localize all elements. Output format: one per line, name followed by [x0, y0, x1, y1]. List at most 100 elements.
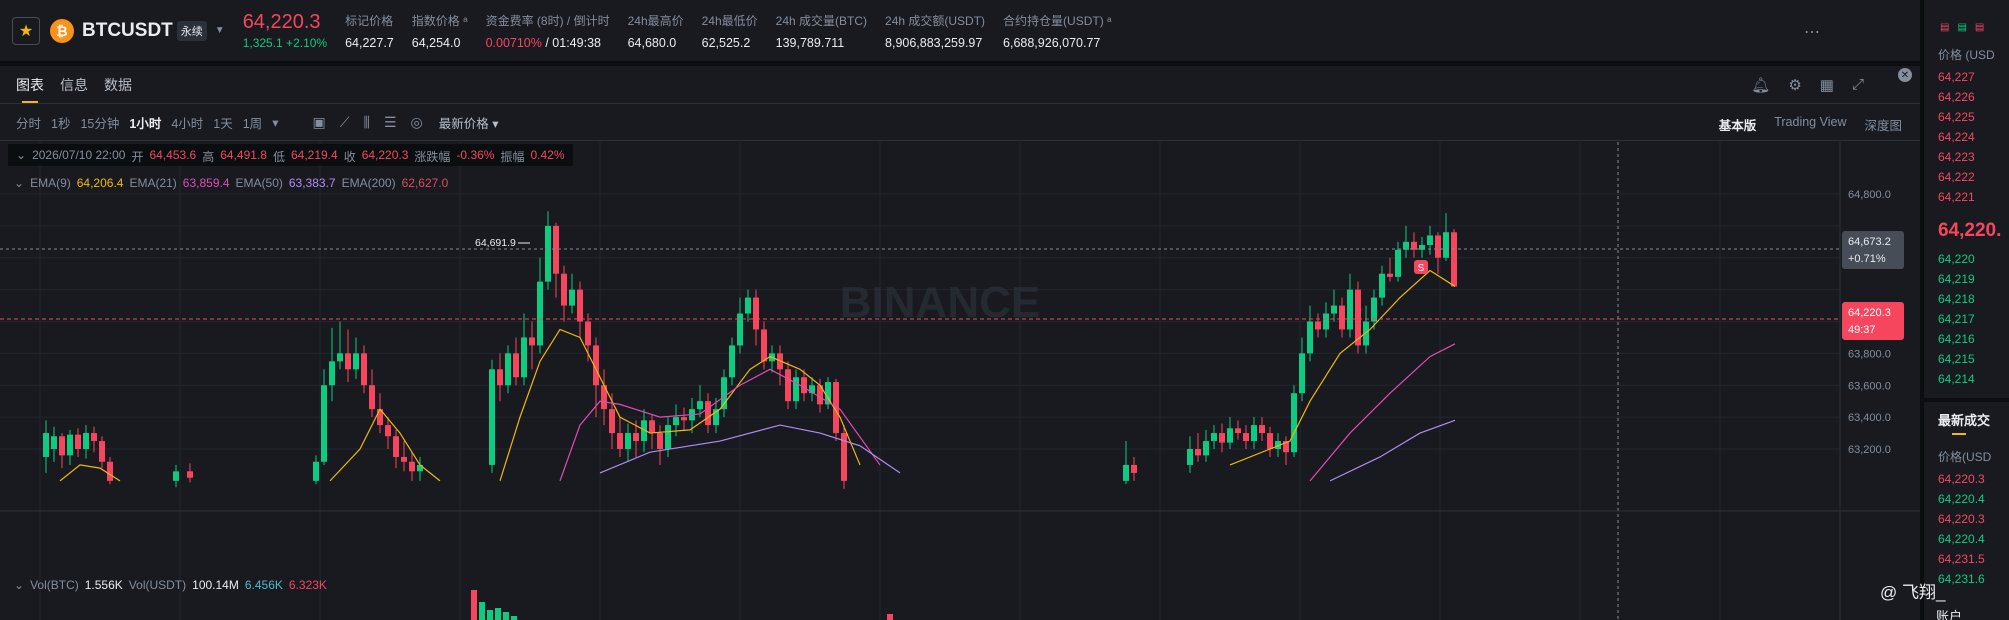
crosshair-price-tag: 64,673.2 +0.71% — [1842, 231, 1904, 269]
calendar-icon[interactable]: ▣ — [312, 114, 325, 131]
sell-marker: S — [1414, 260, 1428, 274]
candle-body — [521, 337, 527, 378]
chevron-down-icon[interactable]: ▼ — [215, 25, 225, 36]
volume-bar — [495, 608, 501, 620]
stat-label[interactable]: 指数价格 ᵃ — [412, 12, 468, 29]
price-type-select[interactable]: 最新价格 ▾ — [439, 113, 499, 132]
candle-body — [1131, 464, 1137, 473]
interval-1d[interactable]: 1天 — [213, 113, 232, 132]
symbol-name[interactable]: BTCUSDT — [82, 20, 173, 42]
candle-body — [617, 433, 623, 449]
view-basic[interactable]: 基本版 — [1719, 115, 1757, 134]
funding-rate-value: 0.00710% — [485, 35, 542, 50]
candle-type-icon[interactable]: ⫼ — [364, 114, 370, 131]
vol-btc-value: 1.556K — [84, 578, 123, 592]
tab-chart[interactable]: 图表 — [16, 67, 44, 103]
bid-row[interactable]: 64,218 — [1938, 292, 1975, 306]
close-icon[interactable]: ✕ — [1898, 68, 1912, 82]
vol-btc-label: Vol(BTC) — [30, 578, 79, 592]
candlestick-chart[interactable]: BINANCE 63,200.0 63,400.0 63,600.0 63,800.0… — [0, 142, 1920, 620]
candle-body — [1211, 433, 1217, 442]
settings-icon[interactable]: ⚙︎ — [1788, 76, 1801, 94]
perpetual-badge: 永续 — [176, 20, 207, 41]
ema50-line — [1329, 419, 1456, 482]
interval-1s[interactable]: 1秒 — [51, 113, 70, 132]
candle-body — [1187, 449, 1193, 465]
bid-row[interactable]: 64,216 — [1938, 332, 1975, 346]
candle-body — [1195, 449, 1201, 456]
candle-body — [1227, 428, 1233, 443]
price-block: 64,220.3 1,325.1 +2.10% — [243, 11, 327, 50]
chevron-down-icon[interactable]: ⌄ — [14, 578, 24, 592]
chart-panel: 图表 信息 数据 🔔︎ ⚙︎ ▦ ⤢ ✕ 分时 1秒 15分钟 1小时 4小时 … — [0, 66, 1920, 620]
candle-body — [801, 377, 807, 394]
ema21-line — [1309, 343, 1456, 482]
template-icon[interactable]: ☰ — [384, 114, 397, 131]
interval-15m[interactable]: 15分钟 — [80, 113, 119, 132]
chevron-down-icon[interactable]: ▾ — [272, 115, 278, 130]
book-asks-icon[interactable]: ▤ — [1975, 22, 1984, 33]
ask-row[interactable]: 64,224 — [1938, 130, 1975, 144]
book-both-icon[interactable]: ▤ — [1940, 22, 1949, 33]
stat-label[interactable]: 合约持仓量(USDT) ᵃ — [1003, 12, 1111, 29]
candle-body — [553, 225, 559, 274]
bell-icon[interactable]: 🔔︎ — [1751, 76, 1770, 94]
ask-row[interactable]: 64,223 — [1938, 150, 1975, 164]
candle-body — [1243, 433, 1249, 442]
target-icon[interactable]: ◎ — [411, 114, 423, 131]
interval-1w[interactable]: 1周 — [243, 113, 262, 132]
crosshair-percent: +0.71% — [1848, 253, 1886, 265]
price-tick: 63,400.0 — [1848, 412, 1891, 424]
view-tradingview[interactable]: Trading View — [1774, 115, 1846, 134]
ask-row[interactable]: 64,221 — [1938, 190, 1975, 204]
ask-row[interactable]: 64,222 — [1938, 170, 1975, 184]
amplitude-label: 振幅 — [500, 150, 525, 164]
bid-row[interactable]: 64,219 — [1938, 272, 1975, 286]
orderbook-panel: ▤ ▤ ▤ 价格 (USD 64,227 64,226 64,225 64,224 64… — [1924, 0, 2009, 620]
stat-funding-rate: 资金费率 (8时) / 倒计时 0.00710% / 01:49:38 — [486, 12, 610, 50]
interval-time[interactable]: 分时 — [16, 113, 41, 132]
stat-label: 24h最低价 — [701, 13, 758, 28]
candle-body — [321, 385, 327, 462]
indicator-icon[interactable]: ⟋ — [340, 114, 350, 131]
chevron-down-icon[interactable]: ⌄ — [14, 176, 24, 190]
recent-trades-title[interactable]: 最新成交 — [1938, 410, 1990, 435]
tab-info[interactable]: 信息 — [60, 67, 88, 103]
candle-body — [497, 369, 503, 386]
candle-body — [1435, 235, 1441, 258]
ask-row[interactable]: 64,227 — [1938, 70, 1975, 84]
bid-row[interactable]: 64,215 — [1938, 352, 1975, 366]
expand-icon[interactable]: ⤢ — [1852, 76, 1864, 94]
ask-row[interactable]: 64,226 — [1938, 90, 1975, 104]
candle-body — [513, 353, 519, 378]
bid-row[interactable]: 64,214 — [1938, 372, 1975, 386]
layout-icon[interactable]: ▦ — [1820, 76, 1834, 94]
bid-row[interactable]: 64,217 — [1938, 312, 1975, 326]
interval-1h[interactable]: 1小时 — [129, 113, 161, 132]
more-icon[interactable]: ⋯ — [1804, 22, 1820, 42]
high-label: 高 — [202, 150, 215, 164]
ticker-header: ★ ₿ BTCUSDT 永续 ▼ 64,220.3 1,325.1 +2.10%… — [0, 0, 1920, 62]
orderbook-mid-price: 64,220. — [1938, 220, 2002, 241]
candle-body — [633, 433, 639, 442]
view-depth[interactable]: 深度图 — [1864, 115, 1902, 134]
candle-body — [729, 345, 735, 378]
book-bids-icon[interactable]: ▤ — [1957, 22, 1966, 33]
candle-body — [1251, 425, 1257, 442]
stat-label[interactable]: 资金费率 (8时) / 倒计时 — [486, 12, 610, 29]
interval-4h[interactable]: 4小时 — [171, 113, 203, 132]
star-icon[interactable]: ★ — [12, 16, 40, 45]
candle-body — [1371, 297, 1377, 322]
volume-bar — [487, 610, 493, 620]
trade-row: 64,220.4 — [1938, 532, 1985, 546]
candle-body — [1427, 235, 1433, 245]
tab-data[interactable]: 数据 — [104, 67, 132, 103]
ema21-label: EMA(21) — [129, 176, 177, 190]
trade-row: 64,220.4 — [1938, 492, 1985, 506]
candle-body — [51, 436, 57, 449]
account-label[interactable]: 账户 — [1936, 606, 1962, 620]
ask-row[interactable]: 64,225 — [1938, 110, 1975, 124]
bid-row[interactable]: 64,220 — [1938, 252, 1975, 266]
candles — [43, 211, 1457, 489]
chevron-down-icon[interactable]: ⌄ — [16, 148, 26, 162]
